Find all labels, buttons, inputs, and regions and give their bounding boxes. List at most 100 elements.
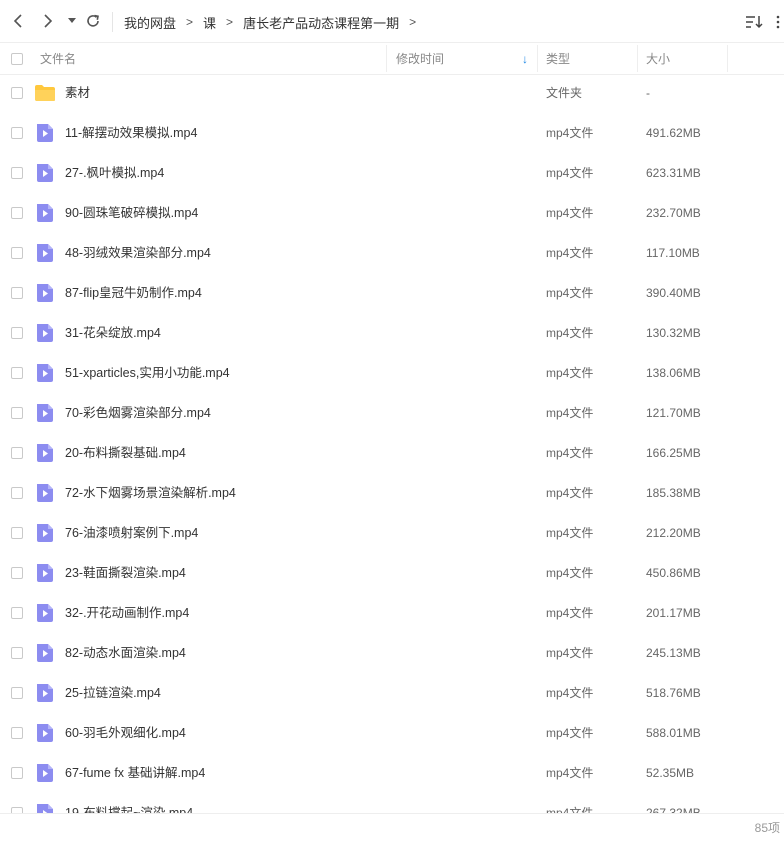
file-name[interactable]: 82-动态水面渲染.mp4 — [65, 633, 186, 673]
file-size: 390.40MB — [646, 286, 701, 300]
folder-row[interactable]: 素材 文件夹 - — [0, 73, 784, 113]
video-file-icon — [35, 604, 55, 622]
file-name[interactable]: 90-圆珠笔破碎模拟.mp4 — [65, 193, 198, 233]
video-file-icon — [35, 764, 55, 782]
file-row[interactable]: 82-动态水面渲染.mp4 mp4文件 245.13MB — [0, 633, 784, 673]
video-file-icon — [35, 484, 55, 502]
video-file-icon — [35, 124, 55, 142]
column-type-header[interactable]: 类型 — [546, 43, 570, 74]
column-size-header[interactable]: 大小 — [646, 43, 670, 74]
row-checkbox[interactable] — [11, 127, 23, 139]
file-type: mp4文件 — [546, 526, 594, 540]
more-icon[interactable] — [772, 12, 784, 32]
video-file-icon — [35, 244, 55, 262]
file-row[interactable]: 60-羽毛外观细化.mp4 mp4文件 588.01MB — [0, 713, 784, 753]
row-checkbox[interactable] — [11, 647, 23, 659]
file-name[interactable]: 27-.枫叶模拟.mp4 — [65, 153, 164, 193]
column-divider — [637, 45, 638, 72]
sort-arrow-icon[interactable]: ↓ — [522, 43, 528, 74]
file-row[interactable]: 19-布料撑起~渲染.mp4 mp4文件 267.32MB — [0, 793, 784, 813]
file-row[interactable]: 51-xparticles,实用小功能.mp4 mp4文件 138.06MB — [0, 353, 784, 393]
forward-icon[interactable] — [38, 11, 58, 31]
row-checkbox[interactable] — [11, 207, 23, 219]
row-checkbox[interactable] — [11, 447, 23, 459]
file-size: 185.38MB — [646, 486, 701, 500]
file-row[interactable]: 32-.开花动画制作.mp4 mp4文件 201.17MB — [0, 593, 784, 633]
row-checkbox[interactable] — [11, 287, 23, 299]
file-name[interactable]: 51-xparticles,实用小功能.mp4 — [65, 353, 230, 393]
file-size: 245.13MB — [646, 646, 701, 660]
video-file-icon — [35, 724, 55, 742]
file-name[interactable]: 72-水下烟雾场景渲染解析.mp4 — [65, 473, 236, 513]
column-divider — [386, 45, 387, 72]
file-type: mp4文件 — [546, 806, 594, 813]
file-row[interactable]: 31-花朵绽放.mp4 mp4文件 130.32MB — [0, 313, 784, 353]
file-type: mp4文件 — [546, 166, 594, 180]
file-name[interactable]: 70-彩色烟雾渲染部分.mp4 — [65, 393, 211, 433]
file-row[interactable]: 48-羽绒效果渲染部分.mp4 mp4文件 117.10MB — [0, 233, 784, 273]
refresh-icon[interactable] — [83, 11, 103, 31]
file-row[interactable]: 87-flip皇冠牛奶制作.mp4 mp4文件 390.40MB — [0, 273, 784, 313]
file-row[interactable]: 25-拉链渲染.mp4 mp4文件 518.76MB — [0, 673, 784, 713]
file-row[interactable]: 23-鞋面撕裂渲染.mp4 mp4文件 450.86MB — [0, 553, 784, 593]
row-checkbox[interactable] — [11, 167, 23, 179]
file-size: 138.06MB — [646, 366, 701, 380]
breadcrumb: 我的网盘 > 课 > 唐长老产品动态课程第一期 > — [124, 12, 426, 32]
video-file-icon — [35, 444, 55, 462]
file-size: 52.35MB — [646, 766, 695, 780]
row-checkbox[interactable] — [11, 767, 23, 779]
column-modified-header[interactable]: 修改时间 — [396, 43, 444, 74]
row-checkbox[interactable] — [11, 87, 23, 99]
file-size: 117.10MB — [646, 246, 700, 260]
file-name[interactable]: 11-解摆动效果模拟.mp4 — [65, 113, 197, 153]
row-checkbox[interactable] — [11, 687, 23, 699]
file-row[interactable]: 76-油漆喷射案例下.mp4 mp4文件 212.20MB — [0, 513, 784, 553]
file-name[interactable]: 20-布料撕裂基础.mp4 — [65, 433, 186, 473]
breadcrumb-item-my-drive[interactable]: 我的网盘 — [124, 13, 176, 32]
dropdown-icon[interactable] — [63, 11, 81, 31]
column-header: 文件名 修改时间 ↓ 类型 大小 — [0, 42, 784, 75]
file-size: 166.25MB — [646, 446, 701, 460]
breadcrumb-item-current-folder[interactable]: 唐长老产品动态课程第一期 — [243, 13, 399, 32]
file-row[interactable]: 27-.枫叶模拟.mp4 mp4文件 623.31MB — [0, 153, 784, 193]
select-all-checkbox[interactable] — [11, 52, 23, 65]
breadcrumb-separator: > — [409, 15, 417, 29]
file-row[interactable]: 20-布料撕裂基础.mp4 mp4文件 166.25MB — [0, 433, 784, 473]
file-name[interactable]: 23-鞋面撕裂渲染.mp4 — [65, 553, 186, 593]
file-name[interactable]: 32-.开花动画制作.mp4 — [65, 593, 189, 633]
row-checkbox[interactable] — [11, 727, 23, 739]
row-checkbox[interactable] — [11, 327, 23, 339]
file-name[interactable]: 25-拉链渲染.mp4 — [65, 673, 161, 713]
file-name[interactable]: 76-油漆喷射案例下.mp4 — [65, 513, 198, 553]
back-icon[interactable] — [8, 11, 28, 31]
file-name[interactable]: 60-羽毛外观细化.mp4 — [65, 713, 186, 753]
file-name[interactable]: 67-fume fx 基础讲解.mp4 — [65, 753, 205, 793]
file-row[interactable]: 72-水下烟雾场景渲染解析.mp4 mp4文件 185.38MB — [0, 473, 784, 513]
file-row[interactable]: 11-解摆动效果模拟.mp4 mp4文件 491.62MB — [0, 113, 784, 153]
row-checkbox[interactable] — [11, 607, 23, 619]
file-name[interactable]: 19-布料撑起~渲染.mp4 — [65, 793, 193, 813]
row-checkbox[interactable] — [11, 487, 23, 499]
row-checkbox[interactable] — [11, 367, 23, 379]
file-type: 文件夹 — [546, 86, 583, 100]
row-checkbox[interactable] — [11, 567, 23, 579]
row-checkbox[interactable] — [11, 527, 23, 539]
row-checkbox[interactable] — [11, 247, 23, 259]
file-name[interactable]: 87-flip皇冠牛奶制作.mp4 — [65, 273, 202, 313]
file-name[interactable]: 48-羽绒效果渲染部分.mp4 — [65, 233, 211, 273]
file-name[interactable]: 31-花朵绽放.mp4 — [65, 313, 161, 353]
file-type: mp4文件 — [546, 446, 594, 460]
row-checkbox[interactable] — [11, 407, 23, 419]
video-file-icon — [35, 204, 55, 222]
column-divider — [537, 45, 538, 72]
file-name[interactable]: 素材 — [65, 73, 90, 113]
file-row[interactable]: 67-fume fx 基础讲解.mp4 mp4文件 52.35MB — [0, 753, 784, 793]
file-size: 623.31MB — [646, 166, 701, 180]
file-size: 267.32MB — [646, 806, 701, 813]
file-row[interactable]: 70-彩色烟雾渲染部分.mp4 mp4文件 121.70MB — [0, 393, 784, 433]
sort-icon[interactable] — [744, 12, 764, 32]
file-row[interactable]: 90-圆珠笔破碎模拟.mp4 mp4文件 232.70MB — [0, 193, 784, 233]
column-name-header[interactable]: 文件名 — [40, 43, 76, 74]
folder-icon — [35, 84, 55, 102]
breadcrumb-item-course[interactable]: 课 — [203, 13, 216, 32]
